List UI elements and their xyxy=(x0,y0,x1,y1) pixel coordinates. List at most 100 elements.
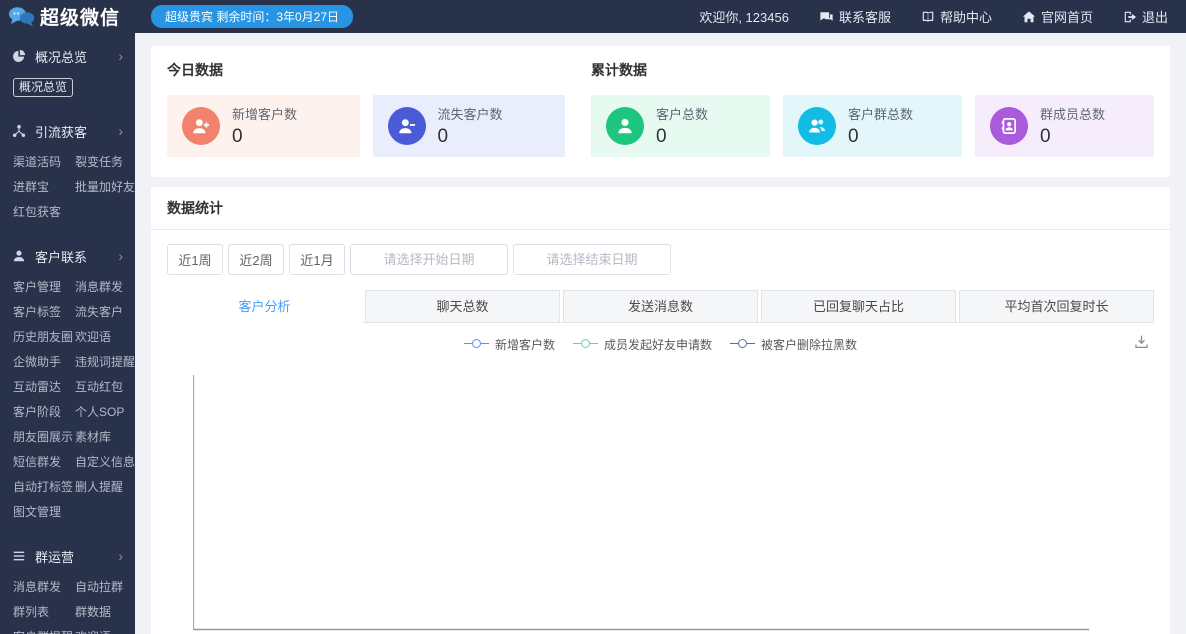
sidebar-section-group[interactable]: 群运营 › xyxy=(0,539,135,573)
sidebar-item[interactable]: 图文管理 xyxy=(13,500,135,525)
total-data-title: 累计数据 xyxy=(591,62,647,78)
legend-item-friend-requests[interactable]: 成员发起好友申请数 xyxy=(572,336,712,353)
share-network-icon xyxy=(12,124,26,138)
sidebar-item[interactable]: 欢迎语 xyxy=(75,325,135,350)
tab-replied-ratio[interactable]: 已回复聊天占比 xyxy=(761,290,956,323)
sidebar-item[interactable]: 群列表 xyxy=(13,600,75,625)
sidebar-item[interactable]: 自动拉群 xyxy=(75,575,135,600)
sidebar-item[interactable]: 红包获客 xyxy=(13,200,75,225)
chart-legend: 新增客户数 成员发起好友申请数 被客户删除拉黑数 xyxy=(167,335,1154,353)
sidebar: 概况总览 › 概况总览 引流获客 › 渠道活码 裂变任务 进群宝 批量加好友 红… xyxy=(0,33,135,634)
sidebar-item[interactable]: 互动雷达 xyxy=(13,375,75,400)
range-button-1week[interactable]: 近1周 xyxy=(167,244,223,275)
today-data-title: 今日数据 xyxy=(167,62,223,78)
stat-card-new-customers: 新增客户数 0 xyxy=(167,95,360,157)
nav-contact-support[interactable]: 联系客服 xyxy=(819,7,891,26)
top-header: 超级微信 超级贵宾 剩余时间：3年0月27日 欢迎你, 123456 联系客服 … xyxy=(0,0,1186,33)
user-icon xyxy=(606,107,644,145)
section-label: 概况总览 xyxy=(35,49,88,65)
stat-card-total-customers: 客户总数 0 xyxy=(591,95,770,157)
sidebar-item[interactable]: 流失客户 xyxy=(75,300,135,325)
date-filter-row: 近1周 近2周 近1月 xyxy=(167,244,1154,275)
sidebar-item[interactable]: 裂变任务 xyxy=(75,150,135,175)
stat-label: 客户总数 xyxy=(656,107,709,122)
welcome-text: 欢迎你, 123456 xyxy=(699,10,789,25)
nav-label: 官网首页 xyxy=(1040,10,1093,25)
sidebar-item[interactable]: 个人SOP xyxy=(75,400,135,425)
sidebar-section-overview[interactable]: 概况总览 › xyxy=(0,39,135,73)
service-chat-icon xyxy=(820,11,833,21)
stat-value: 0 xyxy=(232,126,243,147)
stat-card-total-group-members: 群成员总数 0 xyxy=(975,95,1154,157)
sidebar-item[interactable]: 消息群发 xyxy=(13,575,75,600)
legend-label: 被客户删除拉黑数 xyxy=(761,337,858,352)
sidebar-item[interactable]: 群数据 xyxy=(75,600,135,625)
sidebar-item[interactable]: 客户阶段 xyxy=(13,400,75,425)
chevron-right-icon: › xyxy=(118,48,123,64)
stat-label: 流失客户数 xyxy=(437,107,503,122)
overview-stats-panel: 今日数据 新增客户数 0 流失客户数 0 累计数据 客户总数 0 客户群总数 0… xyxy=(151,46,1170,177)
sidebar-item[interactable]: 朋友圈展示 xyxy=(13,425,75,450)
range-button-2weeks[interactable]: 近2周 xyxy=(228,244,284,275)
stat-card-lost-customers: 流失客户数 0 xyxy=(372,95,565,157)
sidebar-item[interactable]: 素材库 xyxy=(75,425,135,450)
sidebar-item[interactable]: 互动红包 xyxy=(75,375,135,400)
help-book-icon xyxy=(922,11,934,22)
section-label: 群运营 xyxy=(35,549,75,565)
nav-official-site[interactable]: 官网首页 xyxy=(1022,7,1093,26)
menu-lines-icon xyxy=(12,549,26,563)
stat-label: 新增客户数 xyxy=(232,107,298,122)
sidebar-item[interactable]: 客户群提醒 xyxy=(13,625,75,634)
sidebar-item[interactable]: 删人提醒 xyxy=(75,475,135,500)
sidebar-item[interactable]: 批量加好友 xyxy=(75,175,135,200)
users-icon xyxy=(798,107,836,145)
download-chart-button[interactable] xyxy=(1133,333,1150,350)
tab-chat-total[interactable]: 聊天总数 xyxy=(365,290,560,323)
sidebar-item-overview[interactable]: 概况总览 xyxy=(13,75,135,100)
sidebar-item[interactable]: 渠道活码 xyxy=(13,150,75,175)
chevron-right-icon: › xyxy=(118,123,123,139)
sidebar-item[interactable]: 历史朋友圈 xyxy=(13,325,75,350)
stat-value: 0 xyxy=(848,126,859,147)
tab-avg-first-reply[interactable]: 平均首次回复时长 xyxy=(959,290,1154,323)
sidebar-item[interactable]: 消息群发 xyxy=(75,275,135,300)
nav-label: 联系客服 xyxy=(838,10,891,25)
nav-logout[interactable]: 退出 xyxy=(1123,7,1168,26)
download-icon xyxy=(1135,335,1148,348)
sidebar-item[interactable]: 自定义信息 xyxy=(75,450,135,475)
tab-customer-analysis[interactable]: 客户分析 xyxy=(167,290,362,323)
stat-label: 客户群总数 xyxy=(848,107,914,122)
nav-help-center[interactable]: 帮助中心 xyxy=(921,7,992,26)
vip-badge[interactable]: 超级贵宾 剩余时间：3年0月27日 xyxy=(151,5,354,28)
legend-item-new-customers[interactable]: 新增客户数 xyxy=(463,336,555,353)
sidebar-item[interactable]: 自动打标签 xyxy=(13,475,75,500)
line-chart-area xyxy=(167,367,1154,634)
legend-label: 成员发起好友申请数 xyxy=(603,337,712,352)
sidebar-item[interactable]: 客户管理 xyxy=(13,275,75,300)
stat-value: 0 xyxy=(1040,126,1051,147)
data-statistics-title: 数据统计 xyxy=(151,187,1170,230)
end-date-input[interactable] xyxy=(513,244,671,275)
tab-messages-sent[interactable]: 发送消息数 xyxy=(563,290,758,323)
user-icon xyxy=(12,249,26,263)
legend-item-deleted-blocked[interactable]: 被客户删除拉黑数 xyxy=(730,336,857,353)
analysis-tabs: 客户分析 聊天总数 发送消息数 已回复聊天占比 平均首次回复时长 xyxy=(167,290,1154,323)
active-item-label: 概况总览 xyxy=(13,78,74,97)
range-button-1month[interactable]: 近1月 xyxy=(289,244,345,275)
start-date-input[interactable] xyxy=(350,244,508,275)
sidebar-item[interactable]: 客户标签 xyxy=(13,300,75,325)
chevron-right-icon: › xyxy=(118,548,123,564)
sidebar-item[interactable]: 进群宝 xyxy=(13,175,75,200)
stat-value: 0 xyxy=(437,126,449,147)
sidebar-item[interactable]: 违规词提醒 xyxy=(75,350,135,375)
app-logo: 超级微信 xyxy=(0,3,135,30)
user-minus-icon xyxy=(387,107,426,145)
user-plus-icon xyxy=(182,107,220,145)
line-dot-marker-icon xyxy=(572,339,598,349)
sidebar-section-customer[interactable]: 客户联系 › xyxy=(0,239,135,273)
main-content: 今日数据 新增客户数 0 流失客户数 0 累计数据 客户总数 0 客户群总数 0… xyxy=(135,33,1186,634)
sidebar-item[interactable]: 短信群发 xyxy=(13,450,75,475)
sidebar-section-acquisition[interactable]: 引流获客 › xyxy=(0,114,135,148)
sidebar-item[interactable]: 欢迎语 xyxy=(75,625,135,634)
sidebar-item[interactable]: 企微助手 xyxy=(13,350,75,375)
